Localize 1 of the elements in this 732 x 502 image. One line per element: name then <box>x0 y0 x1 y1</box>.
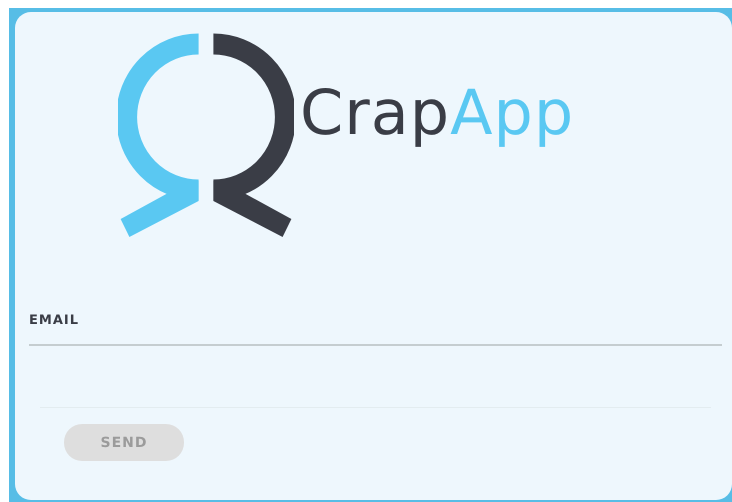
field-label: EMAIL <box>29 313 79 328</box>
